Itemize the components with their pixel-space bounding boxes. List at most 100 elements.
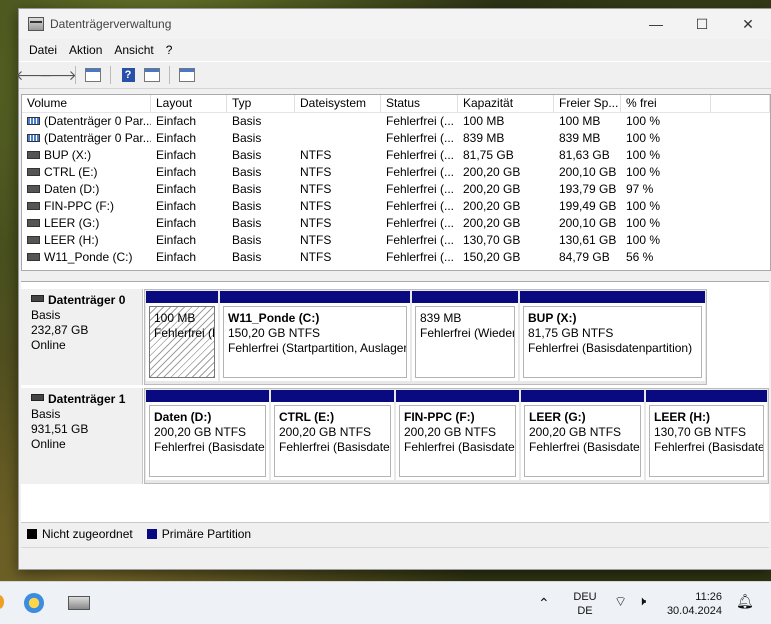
partition-color-bar xyxy=(271,390,394,402)
partition-size: 81,75 GB NTFS xyxy=(528,326,614,340)
show-hide-console-tree-button[interactable] xyxy=(82,65,104,85)
partition-efi[interactable]: 100 MB Fehlerfrei (E xyxy=(146,291,218,381)
column-header-dateisystem[interactable]: Dateisystem xyxy=(295,95,381,112)
column-header-volume[interactable]: Volume xyxy=(22,95,151,112)
table-row[interactable]: (Datenträger 0 Par... Einfach Basis Fehlerf… xyxy=(22,113,770,130)
table-row[interactable]: (Datenträger 0 Par... Einfach Basis Fehlerf… xyxy=(22,130,770,147)
table-row[interactable]: LEER (H:) Einfach Basis NTFS Fehlerfrei (...… xyxy=(22,232,770,249)
column-header-kapazitaet[interactable]: Kapazität xyxy=(458,95,554,112)
settings-view-button[interactable] xyxy=(176,65,198,85)
console-tree-icon xyxy=(85,68,101,82)
table-cell: Einfach xyxy=(156,148,197,162)
volume-name: (Datenträger 0 Par... xyxy=(44,131,151,145)
disk-0-label[interactable]: Datenträger 0 Basis 232,87 GB Online xyxy=(21,289,143,385)
volume-icon xyxy=(27,184,40,193)
partition-body: W11_Ponde (C:) 150,20 GB NTFS Fehlerfrei… xyxy=(223,306,407,378)
table-cell: 81,75 GB xyxy=(463,148,514,162)
column-header-status[interactable]: Status xyxy=(381,95,458,112)
legend: Nicht zugeordnet Primäre Partition xyxy=(21,522,769,545)
app-icon-partial[interactable] xyxy=(0,595,4,609)
partition-recovery[interactable]: 839 MB Fehlerfrei (Wieder xyxy=(412,291,518,381)
legend-swatch-unallocated xyxy=(27,529,37,539)
menu-datei[interactable]: Datei xyxy=(23,43,63,57)
volume-name: FIN-PPC (F:) xyxy=(44,199,114,213)
table-cell: Einfach xyxy=(156,250,197,264)
table-cell: 200,20 GB xyxy=(463,216,521,230)
partition-body: 100 MB Fehlerfrei (E xyxy=(149,306,215,378)
partition-size: 200,20 GB NTFS xyxy=(154,425,247,439)
partition-daten[interactable]: Daten (D:) 200,20 GB NTFS Fehlerfrei (Ba… xyxy=(146,390,269,480)
wifi-icon[interactable]: ⌔ xyxy=(614,594,627,608)
table-cell: 839 MB xyxy=(463,131,505,145)
partition-ctrl[interactable]: CTRL (E:) 200,20 GB NTFS Fehlerfrei (Bas… xyxy=(271,390,394,480)
partition-leer-g[interactable]: LEER (G:) 200,20 GB NTFS Fehlerfrei (Bas… xyxy=(521,390,644,480)
partition-size: 200,20 GB NTFS xyxy=(279,425,372,439)
taskbar: ⌃ DEU DE ⌔ 🕨 11:26 30.04.2024 🔔︎ xyxy=(0,581,771,624)
table-cell: NTFS xyxy=(300,216,332,230)
close-button[interactable]: ✕ xyxy=(725,9,771,39)
speaker-muted-icon[interactable]: 🕨 xyxy=(638,594,646,608)
disk-type: Basis xyxy=(31,308,61,322)
table-row[interactable]: W11_Ponde (C:) Einfach Basis NTFS Fehlerfrei… xyxy=(22,249,770,266)
column-header-layout[interactable]: Layout xyxy=(151,95,227,112)
input-language[interactable]: DEU DE xyxy=(568,590,602,618)
partition-color-bar xyxy=(412,291,518,303)
partition-status: Fehlerfrei (Basisdater xyxy=(279,440,391,454)
weather-app-icon[interactable] xyxy=(24,593,44,613)
table-cell: Fehlerfrei (... xyxy=(386,216,455,230)
table-cell: Basis xyxy=(232,233,262,247)
partition-name: LEER (H:) xyxy=(654,410,710,424)
notification-bell-icon[interactable]: 🔔︎ xyxy=(736,594,754,608)
partition-body: Daten (D:) 200,20 GB NTFS Fehlerfrei (Ba… xyxy=(149,405,266,477)
column-header-empty xyxy=(711,95,770,112)
properties-icon xyxy=(144,68,160,82)
minimize-button[interactable]: — xyxy=(633,9,679,39)
maximize-button[interactable]: ☐ xyxy=(679,9,725,39)
menu-ansicht[interactable]: Ansicht xyxy=(108,43,159,57)
language-sub: DE xyxy=(577,605,593,617)
column-header-typ[interactable]: Typ xyxy=(227,95,295,112)
partition-name: FIN-PPC (F:) xyxy=(404,410,475,424)
volume-icon xyxy=(27,167,40,176)
volume-list[interactable]: Volume Layout Typ Dateisystem Status Kap… xyxy=(21,94,771,271)
forward-arrow-icon[interactable]: 🡒 xyxy=(39,65,77,85)
legend-primary-partition: Primäre Partition xyxy=(161,527,252,541)
partition-status: Fehlerfrei (E xyxy=(154,326,215,340)
table-row[interactable]: BUP (X:) Einfach Basis NTFS Fehlerfrei (... 8… xyxy=(22,147,770,164)
help-button[interactable]: ? xyxy=(117,65,139,85)
disk-1-label[interactable]: Datenträger 1 Basis 931,51 GB Online xyxy=(21,388,143,484)
column-header-prozent-frei[interactable]: % frei xyxy=(621,95,711,112)
partition-w11-ponde[interactable]: W11_Ponde (C:) 150,20 GB NTFS Fehlerfrei… xyxy=(220,291,410,381)
properties-button[interactable] xyxy=(141,65,163,85)
table-cell: NTFS xyxy=(300,148,332,162)
partition-fin-ppc[interactable]: FIN-PPC (F:) 200,20 GB NTFS Fehlerfrei (… xyxy=(396,390,519,480)
menu-aktion[interactable]: Aktion xyxy=(63,43,108,57)
partition-status: Fehlerfrei (Basisdater xyxy=(404,440,516,454)
volume-name: CTRL (E:) xyxy=(44,165,98,179)
chevron-up-icon[interactable]: ⌃ xyxy=(538,596,550,610)
partition-body: CTRL (E:) 200,20 GB NTFS Fehlerfrei (Bas… xyxy=(274,405,391,477)
partition-bup[interactable]: BUP (X:) 81,75 GB NTFS Fehlerfrei (Basis… xyxy=(520,291,705,381)
column-header-freier-speicher[interactable]: Freier Sp... xyxy=(554,95,621,112)
table-cell: Basis xyxy=(232,114,262,128)
table-cell: 193,79 GB xyxy=(559,182,617,196)
disk-graphical-view: Datenträger 0 Basis 232,87 GB Online 100… xyxy=(21,281,769,522)
title-bar[interactable]: Datenträgerverwaltung — ☐ ✕ xyxy=(19,9,771,39)
menu-help[interactable]: ? xyxy=(160,43,179,57)
table-cell: BUP (X:) xyxy=(22,147,151,164)
clock[interactable]: 11:26 30.04.2024 xyxy=(666,590,722,618)
toolbar-separator xyxy=(75,66,76,84)
disk-management-taskbar-icon[interactable] xyxy=(68,596,90,610)
table-cell: (Datenträger 0 Par... xyxy=(22,113,151,130)
table-row[interactable]: LEER (G:) Einfach Basis NTFS Fehlerfrei (...… xyxy=(22,215,770,232)
partition-status: Fehlerfrei (Basisdatenpartition) xyxy=(528,341,693,355)
table-row[interactable]: FIN-PPC (F:) Einfach Basis NTFS Fehlerfrei (… xyxy=(22,198,770,215)
table-cell: 199,49 GB xyxy=(559,199,617,213)
table-row[interactable]: CTRL (E:) Einfach Basis NTFS Fehlerfrei (...… xyxy=(22,164,770,181)
disk-icon xyxy=(31,295,44,303)
table-cell: Daten (D:) xyxy=(22,181,151,198)
partition-leer-h[interactable]: LEER (H:) 130,70 GB NTFS Fehlerfrei (Bas… xyxy=(646,390,767,480)
table-row[interactable]: Daten (D:) Einfach Basis NTFS Fehlerfrei (..… xyxy=(22,181,770,198)
toolbar-separator xyxy=(110,66,111,84)
volume-name: BUP (X:) xyxy=(44,148,92,162)
